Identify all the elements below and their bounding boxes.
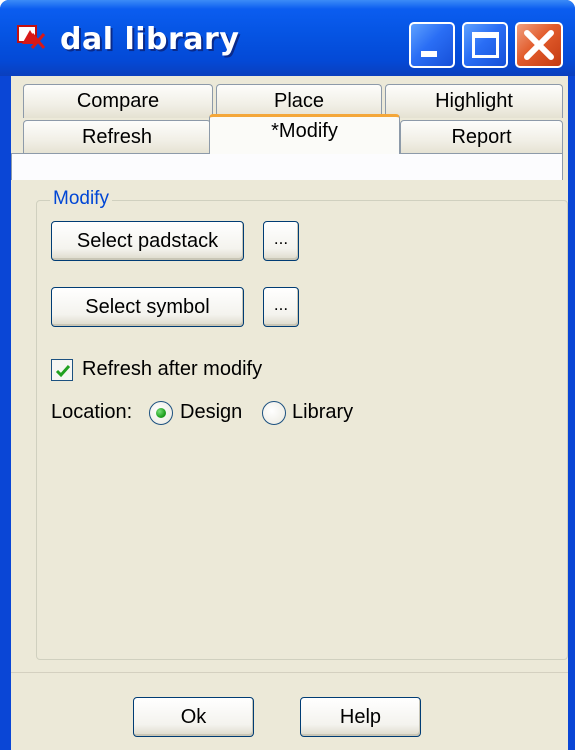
tab-modify[interactable]: *Modify	[209, 114, 400, 154]
help-button[interactable]: Help	[300, 697, 421, 737]
tab-label: Refresh	[81, 126, 153, 148]
tab-report[interactable]: Report	[400, 120, 563, 154]
tab-refresh[interactable]: Refresh	[23, 120, 211, 154]
location-design-radio[interactable]	[149, 401, 173, 425]
close-icon[interactable]	[515, 22, 563, 68]
location-library-label[interactable]: Library	[292, 401, 353, 424]
tab-label: Compare	[76, 90, 160, 112]
tab-panel-header	[11, 153, 563, 180]
location-design-label[interactable]: Design	[180, 401, 242, 424]
tab-compare[interactable]: Compare	[23, 84, 213, 118]
tab-label: Highlight	[435, 90, 513, 112]
title-bar[interactable]: dal library	[0, 0, 575, 76]
tab-highlight[interactable]: Highlight	[385, 84, 563, 118]
location-library-radio[interactable]	[262, 401, 286, 425]
maximize-icon[interactable]	[462, 22, 508, 68]
padstack-browse-button[interactable]: ...	[263, 221, 299, 261]
app-icon	[17, 25, 46, 49]
tab-divider	[400, 153, 563, 154]
check-mark-icon	[55, 365, 71, 378]
select-padstack-button[interactable]: Select padstack	[51, 221, 244, 261]
refresh-after-modify-checkbox[interactable]	[51, 359, 73, 381]
tab-divider	[11, 153, 209, 154]
ok-button[interactable]: Ok	[133, 697, 254, 737]
tab-label: Report	[451, 126, 512, 148]
tab-label: Place	[273, 90, 325, 112]
refresh-after-modify-label[interactable]: Refresh after modify	[82, 358, 262, 381]
select-symbol-button[interactable]: Select symbol	[51, 287, 244, 327]
symbol-browse-button[interactable]: ...	[263, 287, 299, 327]
tab-place[interactable]: Place	[216, 84, 382, 118]
footer-separator	[11, 672, 568, 673]
modify-group-box	[36, 200, 568, 660]
minimize-icon[interactable]	[409, 22, 455, 68]
modify-group-label: Modify	[50, 188, 112, 210]
dialog-window: dal library Compare Place Highlight Refr…	[0, 0, 575, 750]
tab-label: *Modify	[271, 120, 338, 142]
window-title: dal library	[60, 22, 240, 57]
location-label: Location:	[51, 401, 133, 423]
